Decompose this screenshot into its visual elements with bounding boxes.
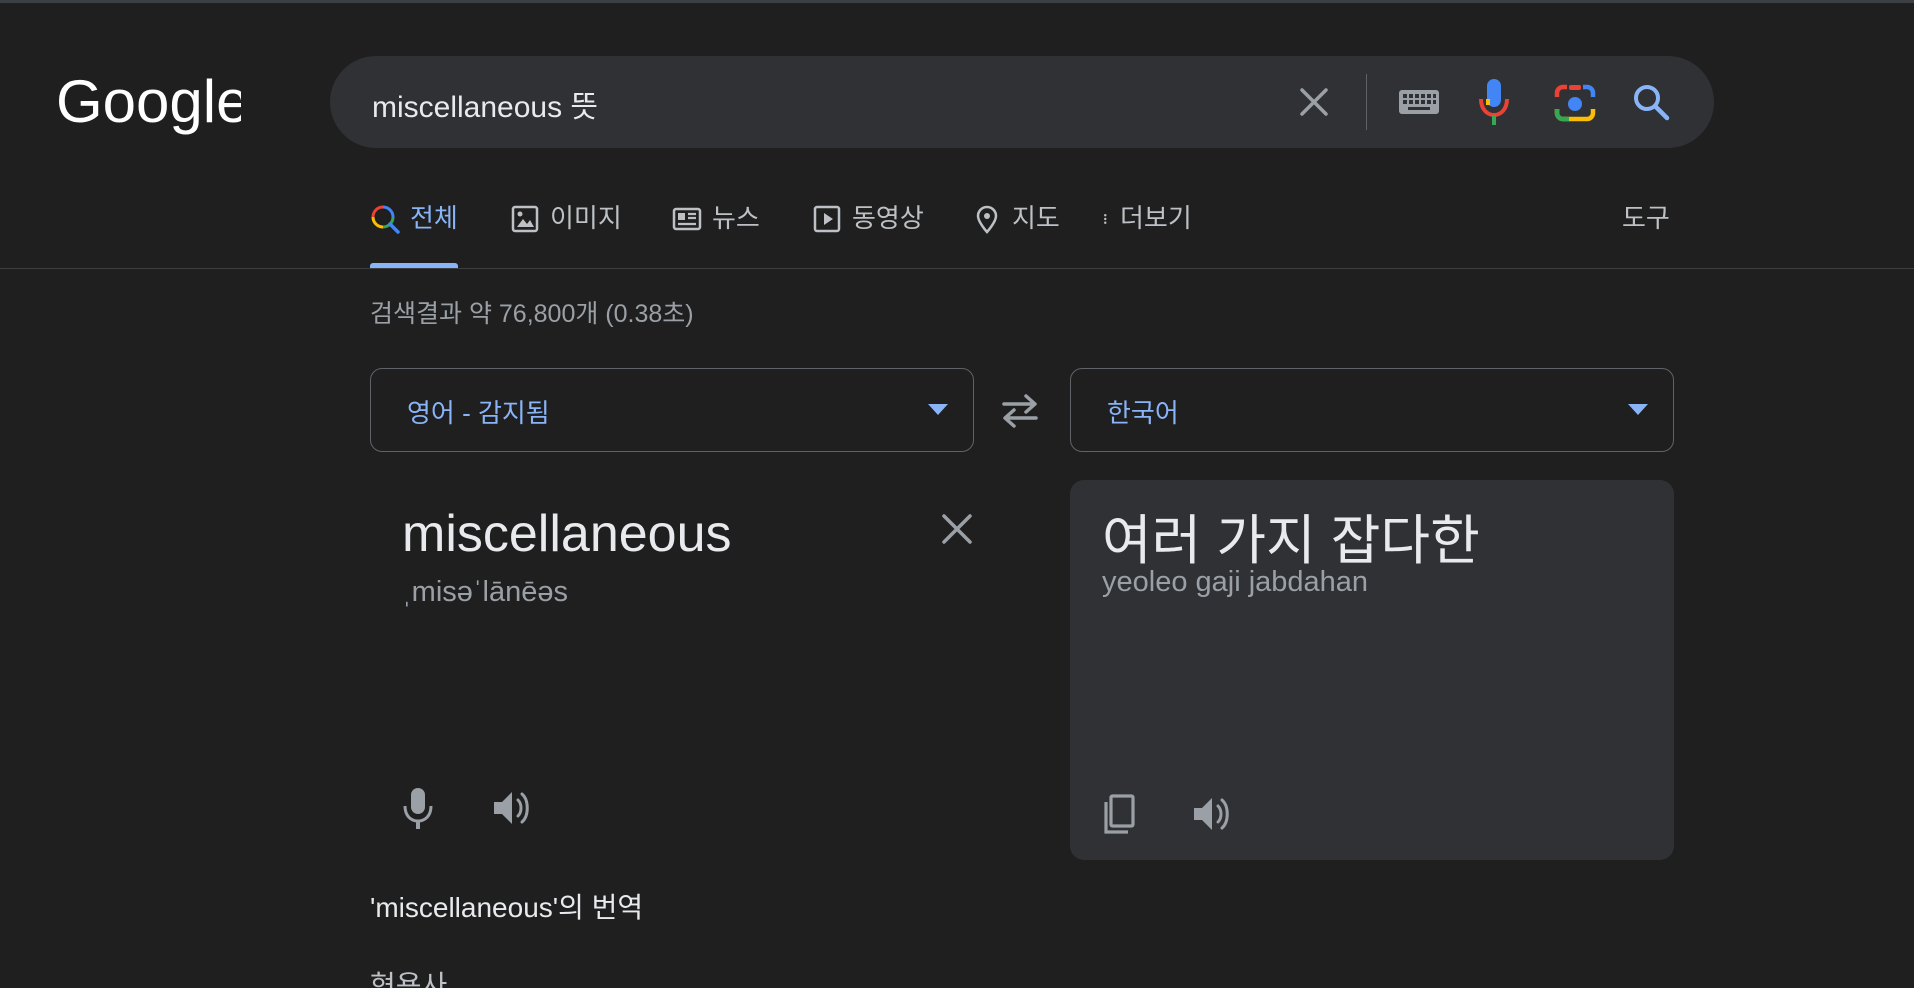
target-text-panel: 여러 가지 잡다한 yeoleo gaji jabdahan (1070, 480, 1674, 860)
tab-label: 더보기 (1120, 203, 1192, 233)
top-rule (0, 0, 1914, 3)
search-bar[interactable]: miscellaneous 뜻 (330, 56, 1714, 148)
caret-down-icon (1628, 404, 1648, 415)
search-icon[interactable] (1626, 76, 1676, 128)
tools-button[interactable]: 도구 (1622, 200, 1670, 236)
part-of-speech-label: 형용사 (370, 970, 448, 988)
result-stats: 검색결과 약 76,800개 (0.38초) (370, 300, 694, 328)
tab-label: 이미지 (550, 203, 622, 233)
image-icon (511, 205, 539, 233)
target-romanized: yeoleo gaji jabdahan (1102, 566, 1369, 598)
clear-icon[interactable] (1290, 78, 1338, 126)
tab-label: 전체 (410, 203, 458, 233)
speaker-icon[interactable] (490, 786, 534, 830)
tab-images[interactable]: 이미지 (510, 200, 622, 268)
mic-icon[interactable] (1472, 74, 1516, 130)
source-language-select[interactable]: 영어 - 감지됨 (370, 368, 974, 452)
target-text: 여러 가지 잡다한 (1102, 511, 1480, 571)
logo-text: Google (56, 68, 241, 135)
mic-icon[interactable] (400, 786, 436, 830)
tab-label: 동영상 (852, 203, 924, 233)
tab-label: 뉴스 (712, 203, 760, 233)
copy-icon[interactable] (1098, 792, 1138, 836)
translation-heading: 'miscellaneous'의 번역 (370, 892, 644, 923)
tabs-divider (0, 268, 1914, 269)
search-divider (1366, 74, 1367, 130)
google-logo[interactable]: Google (56, 66, 241, 140)
swap-languages-icon[interactable] (998, 390, 1042, 432)
search-icon (371, 205, 400, 234)
tab-label: 지도 (1012, 203, 1060, 233)
caret-down-icon (928, 404, 948, 415)
speaker-icon[interactable] (1190, 792, 1234, 836)
more-vert-icon (1104, 214, 1107, 224)
tab-all[interactable]: 전체 (370, 200, 458, 268)
source-language-label: 영어 - 감지됨 (407, 398, 550, 428)
target-language-select[interactable]: 한국어 (1070, 368, 1674, 452)
news-icon (672, 207, 702, 231)
search-tabs: 전체 이미지 뉴스 동영상 지도 더보기 (370, 200, 1680, 268)
tab-more[interactable]: 더보기 (1102, 200, 1192, 268)
tab-news[interactable]: 뉴스 (672, 200, 760, 268)
target-language-label: 한국어 (1107, 398, 1179, 428)
tab-videos[interactable]: 동영상 (812, 200, 924, 268)
lens-icon[interactable] (1548, 76, 1602, 130)
close-icon[interactable] (938, 510, 976, 548)
keyboard-icon[interactable] (1394, 80, 1444, 124)
source-phonetic: ˌmisəˈlānēəs (402, 576, 568, 608)
source-text-panel[interactable]: miscellaneous ˌmisəˈlānēəs (370, 480, 974, 860)
map-pin-icon (976, 205, 998, 234)
source-text[interactable]: miscellaneous (402, 504, 732, 564)
search-input[interactable]: miscellaneous 뜻 (372, 82, 598, 126)
video-icon (813, 205, 841, 233)
tab-maps[interactable]: 지도 (972, 200, 1060, 268)
